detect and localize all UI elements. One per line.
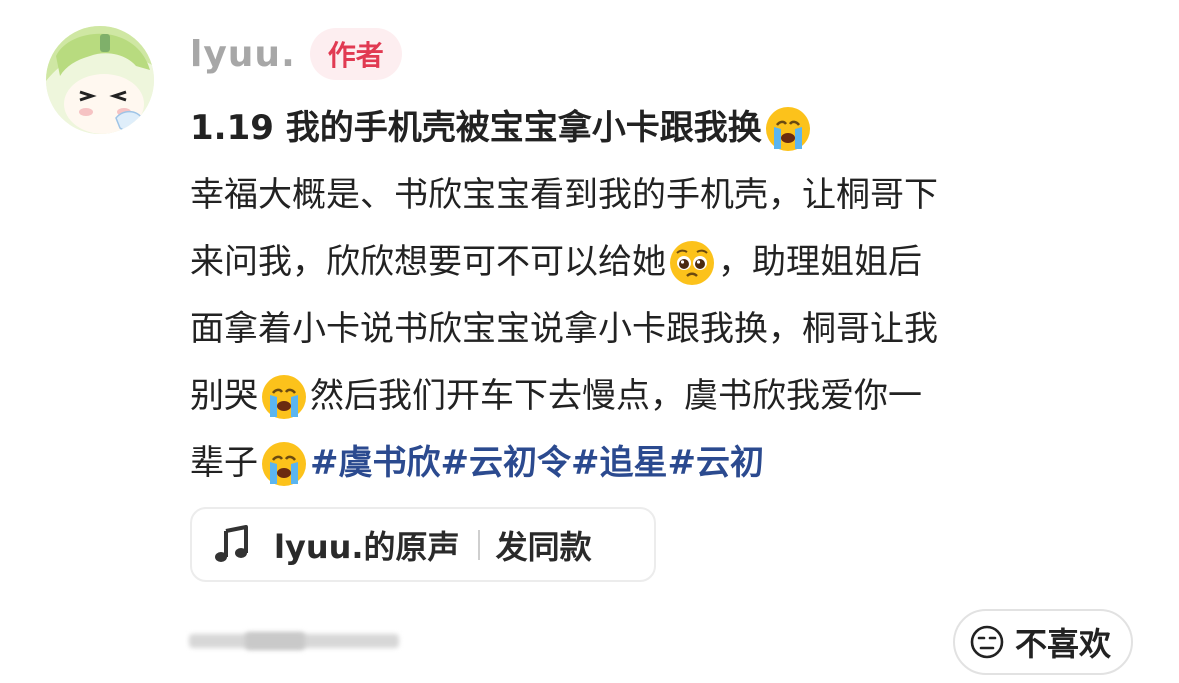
neutral-face-icon [970, 625, 1004, 659]
hashtag-list: #虞书欣 #云初令 #追星 #云初 [310, 430, 764, 497]
author-row: lyuu. 作者 [190, 27, 402, 81]
use-sound-button[interactable]: 发同款 [496, 522, 592, 568]
avatar-illustration [46, 26, 154, 134]
post-title: 1.19 我的手机壳被宝宝拿小卡跟我换 [190, 108, 762, 148]
crying-emoji [262, 441, 306, 486]
dislike-label: 不喜欢 [1015, 625, 1112, 663]
post-line: 幸福大概是、书欣宝宝看到我的手机壳，让桐哥下 [190, 162, 1150, 229]
crying-emoji [262, 374, 306, 419]
post-line: 来问我，欣欣想要可不可以给她 ，助理姐姐后 [190, 229, 1150, 296]
avatar[interactable] [46, 26, 154, 134]
post-line: 1.19 我的手机壳被宝宝拿小卡跟我换 [190, 95, 1150, 162]
hashtag-link[interactable]: #云初令 [441, 430, 572, 497]
author-name[interactable]: lyuu. [190, 34, 296, 75]
author-badge: 作者 [309, 28, 402, 80]
post-line: 辈子 #虞书欣 #云初令 #追星 #云初 [190, 430, 1150, 497]
original-sound-label[interactable]: lyuu.的原声 [274, 522, 460, 568]
post-text: 来问我，欣欣想要可不可以给她 [190, 242, 666, 282]
post-text: 别哭 [190, 376, 258, 416]
hashtag-link[interactable]: #虞书欣 [310, 430, 441, 497]
post-text: 面拿着小卡说书欣宝宝说拿小卡跟我换，桐哥让我 [190, 309, 938, 349]
post-body: 1.19 我的手机壳被宝宝拿小卡跟我换 幸福大概是、书欣宝宝看到我的手机壳，让桐… [190, 95, 1150, 497]
post-line: 别哭 然后我们开车下去慢点，虞书欣我爱你一 [190, 363, 1150, 430]
original-sound-chip[interactable]: lyuu.的原声 发同款 [190, 507, 656, 582]
divider [477, 529, 480, 560]
crying-emoji [765, 106, 810, 151]
post-line: 面拿着小卡说书欣宝宝说拿小卡跟我换，桐哥让我 [190, 296, 1150, 363]
hashtag-link[interactable]: #云初 [668, 430, 765, 497]
hashtag-link[interactable]: #追星 [571, 430, 668, 497]
post-text: ，助理姐姐后 [718, 242, 922, 282]
post-text: 幸福大概是、书欣宝宝看到我的手机壳，让桐哥下 [190, 175, 938, 215]
music-note-icon [215, 524, 248, 562]
dislike-button[interactable]: 不喜欢 [953, 609, 1133, 675]
pleading-emoji [670, 240, 714, 285]
post-text: 辈子 [190, 443, 258, 483]
post-text: 然后我们开车下去慢点，虞书欣我爱你一 [310, 376, 922, 416]
redacted-text [189, 632, 399, 650]
